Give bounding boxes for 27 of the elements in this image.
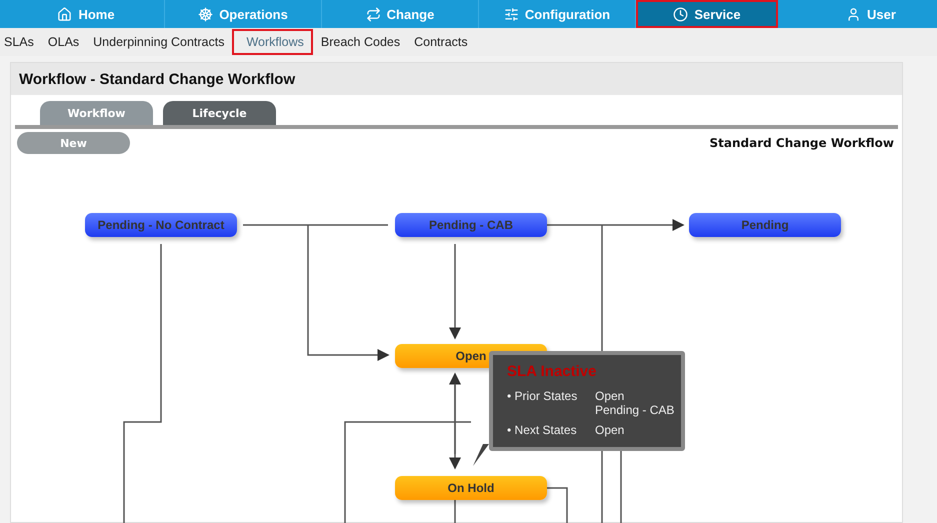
- state-node[interactable]: Pending: [689, 213, 841, 237]
- subnav-link[interactable]: Breach Codes: [320, 31, 408, 53]
- state-node[interactable]: Pending - CAB: [395, 213, 547, 237]
- subnav-link[interactable]: Underpinning Contracts: [93, 31, 232, 53]
- subnav-link[interactable]: SLAs: [4, 31, 42, 53]
- clock-icon: [673, 6, 688, 22]
- state-node[interactable]: On Hold: [395, 476, 547, 500]
- new-button[interactable]: New: [17, 132, 130, 154]
- wheel-icon: [198, 6, 214, 22]
- tooltip-value: Open: [595, 389, 624, 403]
- state-node[interactable]: Pending - No Contract: [85, 213, 237, 237]
- subnav-link[interactable]: Contracts: [414, 31, 476, 53]
- tab[interactable]: Lifecycle: [163, 101, 276, 125]
- panel-title: Workflow - Standard Change Workflow: [19, 70, 296, 88]
- tab[interactable]: Workflow: [40, 101, 153, 125]
- tooltip-label: • Prior States: [507, 389, 578, 405]
- sliders-icon: [504, 6, 519, 22]
- tooltip-value: Open: [595, 423, 624, 437]
- arrows-icon: [366, 6, 381, 22]
- tooltip-value: Pending - CAB: [595, 403, 674, 417]
- user-icon: [846, 6, 862, 22]
- tooltip-label: • Next States: [507, 423, 578, 437]
- home-icon: [57, 6, 72, 22]
- nav-tab[interactable]: Service: [636, 0, 778, 28]
- workflow-name: Standard Change Workflow: [710, 136, 894, 150]
- subnav-link[interactable]: Workflows: [232, 29, 313, 55]
- subnav-link[interactable]: OLAs: [48, 31, 88, 53]
